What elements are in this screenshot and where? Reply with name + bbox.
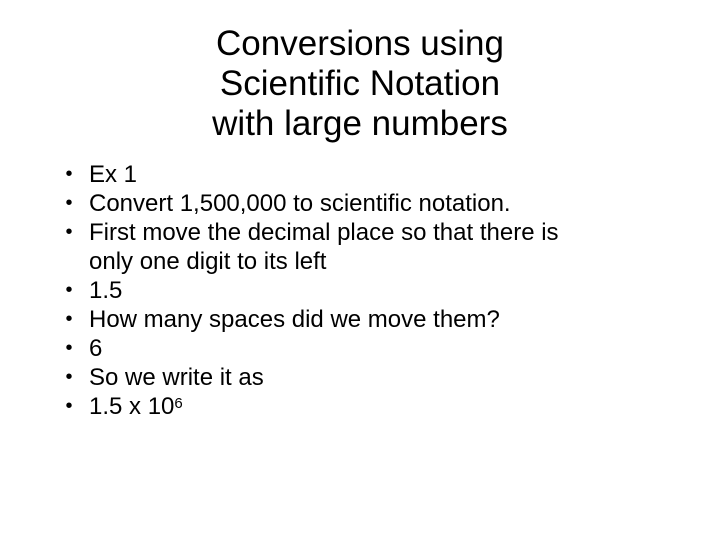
bullet-item: • 1.5 [0, 276, 720, 305]
bullet-item: • First move the decimal place so that t… [0, 218, 720, 276]
bullet-text: 6 [89, 335, 103, 362]
bullet-text: 1.5 [89, 277, 123, 304]
bullet-icon: • [65, 308, 73, 330]
bullet-item: • How many spaces did we move them? [0, 305, 720, 334]
title-line-2: Scientific Notation [219, 64, 501, 103]
bullet-icon: • [65, 395, 73, 417]
bullet-text: So we write it as [89, 364, 264, 391]
bullet-item: • Convert 1,500,000 to scientific notati… [0, 189, 720, 218]
bullet-text: Convert 1,500,000 to scientific notation… [89, 190, 511, 217]
bullet-icon: • [65, 366, 73, 388]
bullet-item: • 6 [0, 334, 720, 363]
slide-title: Conversions using Scientific Notation wi… [180, 24, 540, 144]
bullet-icon: • [65, 221, 73, 243]
exponent: 6 [174, 395, 183, 412]
bullet-list: • Ex 1 • Convert 1,500,000 to scientific… [0, 160, 720, 421]
bullet-text: First move the decimal place so that the… [89, 219, 559, 246]
slide: Conversions using Scientific Notation wi… [0, 0, 720, 540]
bullet-icon: • [65, 163, 73, 185]
bullet-text: 1.5 x 10 [89, 393, 175, 420]
title-line-3: with large numbers [212, 104, 508, 143]
bullet-item: • So we write it as [0, 363, 720, 392]
bullet-icon: • [65, 337, 73, 359]
bullet-text: Ex 1 [89, 161, 138, 188]
title-line-1: Conversions using [216, 24, 504, 63]
bullet-icon: • [65, 279, 73, 301]
bullet-item: • 1.5 x 106 [0, 392, 720, 421]
bullet-icon: • [65, 192, 73, 214]
bullet-text: How many spaces did we move them? [89, 306, 500, 333]
bullet-item: • Ex 1 [0, 160, 720, 189]
bullet-text-continuation: only one digit to its left [89, 248, 327, 275]
